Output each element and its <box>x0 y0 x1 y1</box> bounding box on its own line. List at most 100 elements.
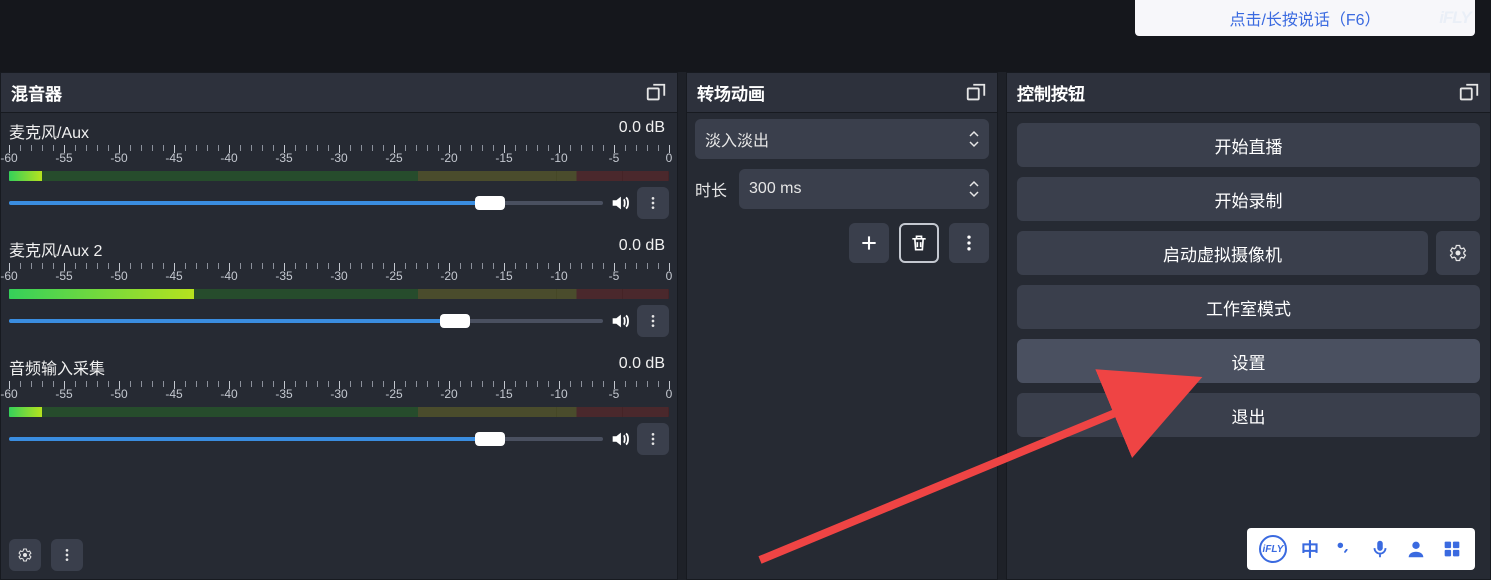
start-record-button[interactable]: 开始录制 <box>1017 177 1480 221</box>
start-vcam-label: 启动虚拟摄像机 <box>1163 241 1282 266</box>
mixer-body: 麦克风/Aux0.0 dB-60-55-50-45-40-35-30-25-20… <box>1 113 677 579</box>
voice-input-text: 点击/长按说话（F6） <box>1229 6 1380 30</box>
speaker-icon[interactable] <box>609 192 631 214</box>
start-vcam-button[interactable]: 启动虚拟摄像机 <box>1017 231 1428 275</box>
scale-label: -5 <box>609 269 620 283</box>
scale-label: -20 <box>440 269 457 283</box>
scale-label: -10 <box>550 151 567 165</box>
mixer-menu-button[interactable] <box>51 539 83 571</box>
settings-button[interactable]: 设置 <box>1017 339 1480 383</box>
transition-title: 转场动画 <box>697 80 765 105</box>
delete-transition-button[interactable] <box>899 223 939 263</box>
scale-label: -15 <box>495 387 512 401</box>
vu-meter <box>9 289 669 299</box>
channel-name: 麦克风/Aux 2 <box>9 237 102 261</box>
add-transition-button[interactable] <box>849 223 889 263</box>
controls-panel: 控制按钮 开始直播 开始录制 启动虚拟摄像机 工作室模式 设置 退出 <box>1006 72 1491 580</box>
vu-meter <box>9 407 669 417</box>
transition-select[interactable]: 淡入淡出 <box>695 119 989 159</box>
scale-label: -25 <box>385 269 402 283</box>
popout-icon[interactable] <box>965 82 987 104</box>
settings-label: 设置 <box>1232 349 1266 374</box>
channel-menu-button[interactable] <box>637 305 669 337</box>
scale-label: -20 <box>440 151 457 165</box>
vcam-settings-button[interactable] <box>1436 231 1480 275</box>
vu-meter <box>9 171 669 181</box>
mic-icon[interactable] <box>1369 538 1391 560</box>
volume-slider[interactable] <box>9 314 603 328</box>
ime-toolbar[interactable]: iFLY 中 <box>1247 528 1475 570</box>
scale-label: -55 <box>55 387 72 401</box>
voice-input-callout[interactable]: 点击/长按说话（F6） iFLY <box>1135 0 1475 36</box>
mixer-panel: 混音器 麦克风/Aux0.0 dB-60-55-50-45-40-35-30-2… <box>0 72 678 580</box>
scale-label: -30 <box>330 151 347 165</box>
scale-label: -20 <box>440 387 457 401</box>
scale-label: 0 <box>666 151 673 165</box>
studio-mode-label: 工作室模式 <box>1206 295 1291 320</box>
volume-slider[interactable] <box>9 196 603 210</box>
speaker-icon[interactable] <box>609 428 631 450</box>
mixer-channel: 麦克风/Aux0.0 dB-60-55-50-45-40-35-30-25-20… <box>9 119 669 219</box>
channel-db: 0.0 dB <box>619 119 665 143</box>
controls-body: 开始直播 开始录制 启动虚拟摄像机 工作室模式 设置 退出 <box>1007 113 1490 447</box>
controls-header: 控制按钮 <box>1007 73 1490 113</box>
exit-label: 退出 <box>1232 403 1266 428</box>
channel-menu-button[interactable] <box>637 187 669 219</box>
transition-menu-button[interactable] <box>949 223 989 263</box>
popout-icon[interactable] <box>1458 82 1480 104</box>
start-record-label: 开始录制 <box>1215 187 1283 212</box>
scale-label: -25 <box>385 151 402 165</box>
duration-label: 时长 <box>695 177 727 201</box>
apps-icon[interactable] <box>1441 538 1463 560</box>
channel-name: 麦克风/Aux <box>9 119 89 143</box>
scale-label: -45 <box>165 269 182 283</box>
start-stream-button[interactable]: 开始直播 <box>1017 123 1480 167</box>
channel-menu-button[interactable] <box>637 423 669 455</box>
scale-label: -40 <box>220 269 237 283</box>
scale-label: -50 <box>110 151 127 165</box>
duration-stepper[interactable]: 300 ms <box>739 169 989 209</box>
scale-label: -5 <box>609 151 620 165</box>
ime-punct-icon[interactable] <box>1333 538 1355 560</box>
select-arrows-icon <box>969 130 979 148</box>
channel-name: 音频输入采集 <box>9 355 105 379</box>
studio-mode-button[interactable]: 工作室模式 <box>1017 285 1480 329</box>
volume-slider[interactable] <box>9 432 603 446</box>
scale-label: -25 <box>385 387 402 401</box>
mixer-advanced-button[interactable] <box>9 539 41 571</box>
mixer-channel: 音频输入采集0.0 dB-60-55-50-45-40-35-30-25-20-… <box>9 355 669 455</box>
scale-label: 0 <box>666 387 673 401</box>
scale-label: -60 <box>0 269 17 283</box>
scale-label: -45 <box>165 387 182 401</box>
scale-label: -10 <box>550 269 567 283</box>
scale-label: -45 <box>165 151 182 165</box>
duration-value: 300 ms <box>749 180 801 198</box>
scale-label: -10 <box>550 387 567 401</box>
channel-db: 0.0 dB <box>619 355 665 379</box>
mixer-channel: 麦克风/Aux 20.0 dB-60-55-50-45-40-35-30-25-… <box>9 237 669 337</box>
scale-label: -5 <box>609 387 620 401</box>
scale-label: -30 <box>330 387 347 401</box>
scale-label: -15 <box>495 269 512 283</box>
speaker-icon[interactable] <box>609 310 631 332</box>
scale-label: -15 <box>495 151 512 165</box>
scale-label: -30 <box>330 269 347 283</box>
scale-label: -50 <box>110 387 127 401</box>
popout-icon[interactable] <box>645 82 667 104</box>
user-icon[interactable] <box>1405 538 1427 560</box>
mixer-title: 混音器 <box>11 80 62 105</box>
transition-header: 转场动画 <box>687 73 997 113</box>
ifly-logo-icon[interactable]: iFLY <box>1259 535 1287 563</box>
controls-title: 控制按钮 <box>1017 80 1085 105</box>
scale-label: -60 <box>0 387 17 401</box>
stepper-arrows-icon <box>969 180 979 198</box>
ifly-logo: iFLY <box>1425 0 1485 40</box>
ime-lang-button[interactable]: 中 <box>1301 536 1319 562</box>
scale-label: -50 <box>110 269 127 283</box>
start-stream-label: 开始直播 <box>1215 133 1283 158</box>
scale-label: -35 <box>275 269 292 283</box>
scale-label: -55 <box>55 151 72 165</box>
scale-label: 0 <box>666 269 673 283</box>
exit-button[interactable]: 退出 <box>1017 393 1480 437</box>
scale-label: -40 <box>220 151 237 165</box>
